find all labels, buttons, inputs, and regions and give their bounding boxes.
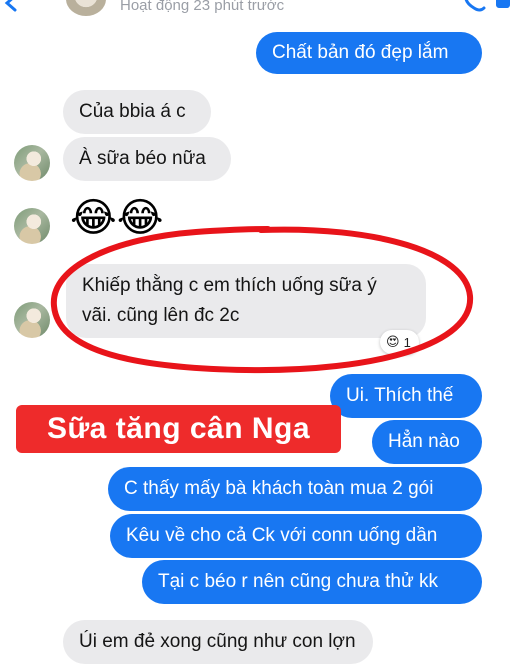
message-outgoing[interactable]: Kêu về cho cả Ck với conn uống dần [110,514,482,558]
message-text: Kêu về cho cả Ck với conn uống dần [126,525,438,546]
phone-icon[interactable] [462,0,486,12]
message-incoming[interactable]: À sữa béo nữa [63,137,231,181]
message-outgoing[interactable]: Chất bản đó đẹp lắm [256,32,482,74]
sender-avatar[interactable] [14,302,50,338]
sender-avatar[interactable] [14,145,50,181]
highlight-ring-annotation [50,226,474,374]
message-text: Của bbia á c [79,101,186,122]
message-text: Ui. Thích thế [346,385,454,406]
red-text-sticker: Sữa tăng cân Nga [16,405,341,453]
message-outgoing[interactable]: Hẳn nào [372,420,482,464]
message-text: Tại c béo r nên cũng chưa thử kk [158,571,438,592]
message-outgoing[interactable]: Ui. Thích thế [330,374,482,418]
contact-avatar[interactable] [66,0,106,16]
back-icon[interactable] [2,0,20,12]
message-text: Hẳn nào [388,431,460,452]
message-outgoing[interactable]: Tại c béo r nên cũng chưa thử kk [142,560,482,604]
active-status: Hoạt động 23 phút trước [120,0,285,14]
video-icon[interactable] [496,0,512,12]
sender-avatar[interactable] [14,208,50,244]
message-text: Úi em đẻ xong cũng như con lợn [79,631,356,652]
message-text: À sữa béo nữa [79,148,206,169]
message-text: C thấy mấy bà khách toàn mua 2 gói [124,478,434,499]
message-outgoing[interactable]: C thấy mấy bà khách toàn mua 2 gói [108,467,482,511]
message-incoming[interactable]: Của bbia á c [63,90,211,134]
message-incoming-partial[interactable]: Úi em đẻ xong cũng như con lợn [63,620,373,664]
message-text: Chất bản đó đẹp lắm [272,42,449,63]
